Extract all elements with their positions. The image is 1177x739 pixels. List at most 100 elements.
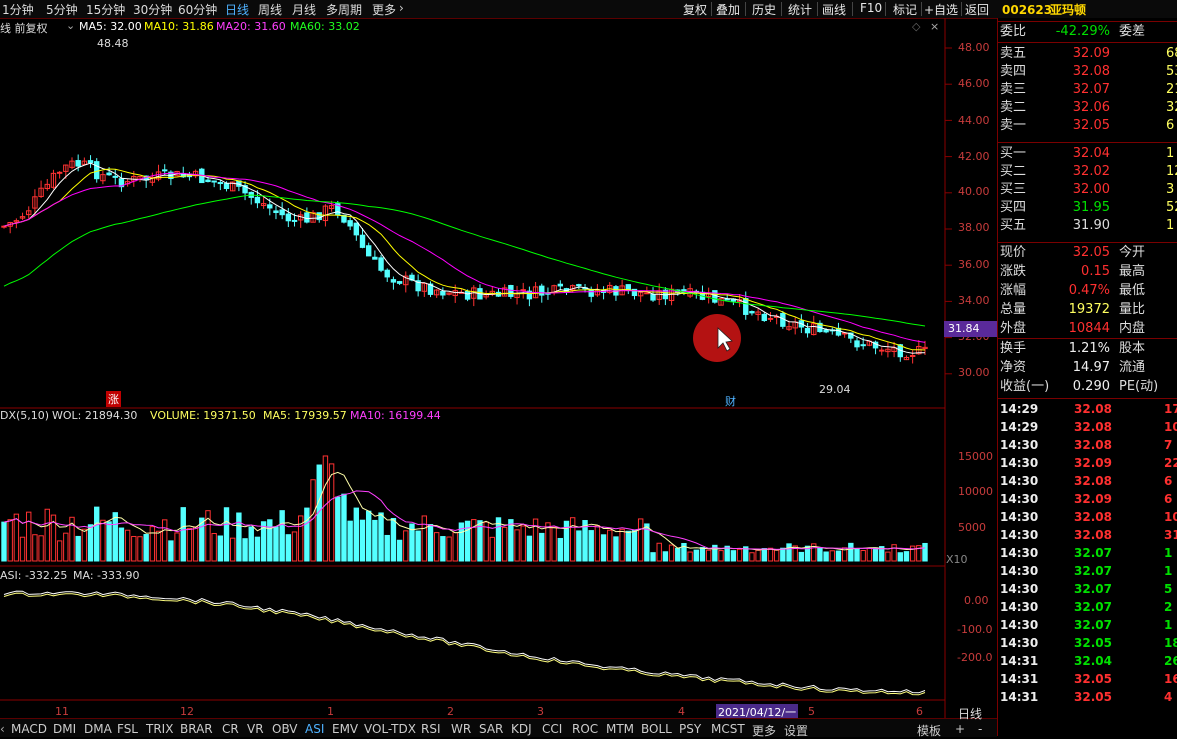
history-button[interactable]: 历史 xyxy=(752,1,776,18)
tab-sar[interactable]: SAR xyxy=(479,722,503,736)
period-1min[interactable]: 1分钟 xyxy=(2,1,34,18)
tab-vol-tdx[interactable]: VOL-TDX xyxy=(364,722,416,736)
ma20-value: MA20: 31.60 xyxy=(216,20,286,33)
ask-row[interactable]: 卖四 32.08 53 xyxy=(998,63,1177,81)
tick-time: 14:30 xyxy=(1000,438,1039,452)
volume-bar xyxy=(755,549,761,562)
tab-rsi[interactable]: RSI xyxy=(421,722,441,736)
tick-volume: 26 xyxy=(1164,654,1177,668)
tab-macd[interactable]: MACD xyxy=(11,722,47,736)
template-button[interactable]: 模板 xyxy=(917,722,941,739)
draw-line-button[interactable]: 画线 xyxy=(822,1,846,18)
back-button[interactable]: 返回 xyxy=(965,1,989,18)
ask-row[interactable]: 卖一 32.05 6 xyxy=(998,117,1177,135)
period-15min[interactable]: 15分钟 xyxy=(86,1,125,18)
f10-button[interactable]: F10 xyxy=(860,1,882,15)
period-60min[interactable]: 60分钟 xyxy=(178,1,217,18)
chevron-left-icon[interactable]: ‹ xyxy=(0,722,5,736)
diamond-icon[interactable]: ◇ xyxy=(912,20,920,33)
tab-mtm[interactable]: MTM xyxy=(606,722,634,736)
finance-marker[interactable]: 财 xyxy=(725,393,736,409)
bid-row[interactable]: 买五 31.90 1 xyxy=(998,217,1177,235)
ask-row[interactable]: 卖五 32.09 68 xyxy=(998,45,1177,63)
stats-button[interactable]: 统计 xyxy=(788,1,812,18)
zoom-out-button[interactable]: - xyxy=(978,722,982,736)
volume-bar xyxy=(279,510,285,562)
tab-cr[interactable]: CR xyxy=(222,722,239,736)
tab-emv[interactable]: EMV xyxy=(332,722,358,736)
volume-bar xyxy=(112,512,118,562)
tab-mcst[interactable]: MCST xyxy=(711,722,745,736)
close-icon[interactable]: × xyxy=(930,20,939,33)
tab-boll[interactable]: BOLL xyxy=(641,722,672,736)
volume-bar xyxy=(353,507,360,562)
tick-row: 14:30 32.07 1 xyxy=(998,544,1177,562)
tick-volume: 5 xyxy=(1164,582,1173,596)
divider xyxy=(852,2,853,16)
candle-body xyxy=(378,257,384,271)
bid-price: 32.04 xyxy=(1072,146,1110,161)
chevron-right-icon[interactable]: › xyxy=(399,1,404,15)
candle-body xyxy=(267,204,273,209)
tab-vr[interactable]: VR xyxy=(247,722,264,736)
volume-bar xyxy=(285,534,292,562)
period-5min[interactable]: 5分钟 xyxy=(46,1,78,18)
volume-indicator-label: DX(5,10) xyxy=(0,409,50,422)
period-monthly[interactable]: 月线 xyxy=(292,1,316,18)
tab-roc[interactable]: ROC xyxy=(572,722,598,736)
chevron-down-icon[interactable]: ⌄ xyxy=(66,19,75,32)
quote-row: 涨跌 0.15 最高 xyxy=(1000,264,1146,279)
candle-body xyxy=(217,182,224,185)
bid-price: 32.00 xyxy=(1072,182,1110,197)
bid-label: 买五 xyxy=(1000,218,1027,233)
volume-bar xyxy=(736,548,743,562)
tab-brar[interactable]: BRAR xyxy=(180,722,213,736)
ask-row[interactable]: 卖二 32.06 32 xyxy=(998,99,1177,117)
candle-body xyxy=(94,161,100,180)
volume-bar xyxy=(693,549,699,562)
bid-row[interactable]: 买四 31.95 52 xyxy=(998,199,1177,217)
tab-more[interactable]: 更多 xyxy=(752,722,776,739)
tab-dmi[interactable]: DMI xyxy=(53,722,76,736)
candle-body xyxy=(767,317,774,320)
volume-bar xyxy=(19,536,26,562)
asi-ma-value: MA: -333.90 xyxy=(73,569,140,582)
tab-cci[interactable]: CCI xyxy=(542,722,562,736)
period-30min[interactable]: 30分钟 xyxy=(133,1,172,18)
tab-wr[interactable]: WR xyxy=(451,722,471,736)
mark-button[interactable]: 标记 xyxy=(893,1,917,18)
tab-dma[interactable]: DMA xyxy=(84,722,112,736)
volume-bar xyxy=(291,531,298,562)
period-daily[interactable]: 日线 xyxy=(225,1,249,18)
date-tick: 1 xyxy=(327,705,334,718)
tab-settings[interactable]: 设置 xyxy=(784,722,808,739)
period-weekly[interactable]: 周线 xyxy=(258,1,282,18)
volume-bar xyxy=(347,520,353,562)
tab-psy[interactable]: PSY xyxy=(679,722,701,736)
candle-body xyxy=(396,281,403,284)
bid-row[interactable]: 买一 32.04 1 xyxy=(998,145,1177,163)
price-tick: 38.00 xyxy=(958,221,990,234)
rise-marker[interactable]: 涨 xyxy=(106,391,121,407)
volume-bar xyxy=(872,547,879,562)
bid-row[interactable]: 买二 32.02 12 xyxy=(998,163,1177,181)
period-more[interactable]: 更多 xyxy=(372,1,396,18)
tab-fsl[interactable]: FSL xyxy=(117,722,138,736)
fuquan-button[interactable]: 复权 xyxy=(683,1,707,18)
volume-bar xyxy=(106,521,112,562)
add-watchlist-button[interactable]: +自选 xyxy=(924,1,958,18)
volume-bar xyxy=(149,526,156,562)
zoom-in-button[interactable]: + xyxy=(955,722,965,736)
tab-trix[interactable]: TRIX xyxy=(146,722,173,736)
tab-kdj[interactable]: KDJ xyxy=(511,722,532,736)
bid-row[interactable]: 买三 32.00 3 xyxy=(998,181,1177,199)
ask-volume: 32 xyxy=(1166,100,1177,115)
tab-asi[interactable]: ASI xyxy=(305,722,324,736)
period-multi[interactable]: 多周期 xyxy=(326,1,362,18)
tick-volume: 10 xyxy=(1164,510,1177,524)
ask-row[interactable]: 卖三 32.07 21 xyxy=(998,81,1177,99)
tab-obv[interactable]: OBV xyxy=(272,722,298,736)
kline-chart[interactable] xyxy=(0,18,997,718)
overlay-button[interactable]: 叠加 xyxy=(716,1,740,18)
candle-body xyxy=(712,290,718,303)
